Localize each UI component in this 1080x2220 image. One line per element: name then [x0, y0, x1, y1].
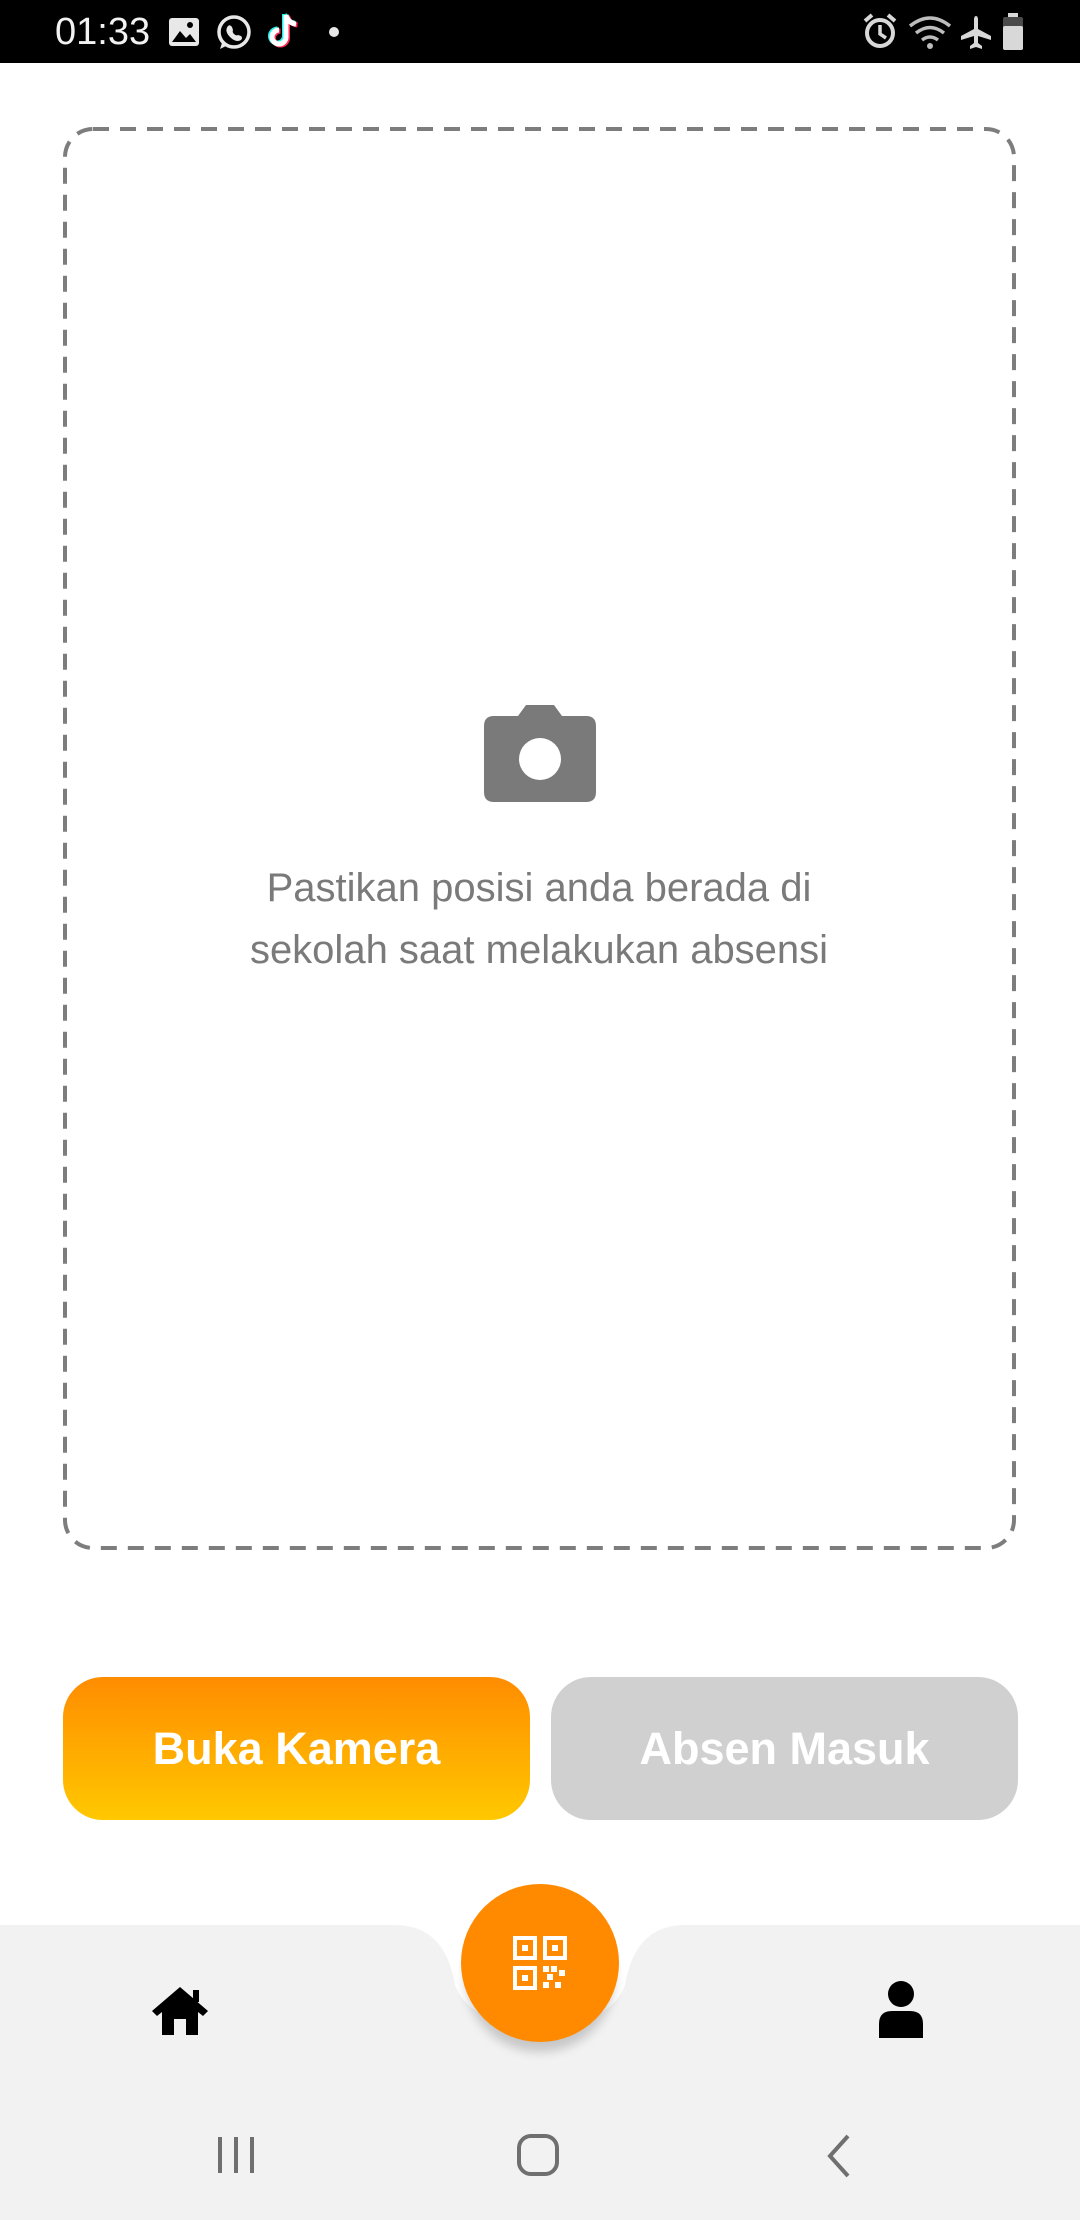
- notification-dot-icon: [329, 27, 339, 37]
- nav-home-button[interactable]: [150, 1985, 210, 2037]
- camera-icon: [484, 705, 596, 802]
- instruction-text: Pastikan posisi anda berada di sekolah s…: [139, 857, 939, 981]
- nav-profile-button[interactable]: [877, 1980, 925, 2038]
- whatsapp-icon: [217, 15, 251, 49]
- system-navigation-bar: [0, 2080, 1080, 2220]
- status-time: 01:33: [55, 11, 151, 53]
- wifi-icon: [908, 16, 952, 49]
- qr-code-icon: [513, 1936, 567, 1990]
- open-camera-button[interactable]: Buka Kamera: [63, 1677, 530, 1820]
- airplane-mode-icon: [961, 16, 991, 49]
- alarm-icon: [863, 13, 897, 48]
- dashed-frame-border: [63, 127, 1016, 1550]
- gallery-icon: [169, 18, 199, 46]
- back-icon[interactable]: [826, 2134, 852, 2178]
- instruction-line-2: sekolah saat melakukan absensi: [249, 928, 829, 972]
- tiktok-icon: [268, 13, 298, 48]
- photo-preview-area: Pastikan posisi anda berada di sekolah s…: [63, 127, 1016, 1550]
- recent-apps-icon[interactable]: [216, 2136, 256, 2174]
- home-icon: [152, 1987, 208, 2035]
- status-bar: 01:33: [0, 0, 1080, 63]
- home-button-icon[interactable]: [516, 2133, 560, 2177]
- profile-icon: [879, 1981, 923, 2038]
- scan-qr-button[interactable]: [461, 1884, 619, 2042]
- instruction-line-1: Pastikan posisi anda berada di: [266, 866, 812, 910]
- check-in-button[interactable]: Absen Masuk: [551, 1677, 1018, 1820]
- battery-icon: [1003, 13, 1023, 50]
